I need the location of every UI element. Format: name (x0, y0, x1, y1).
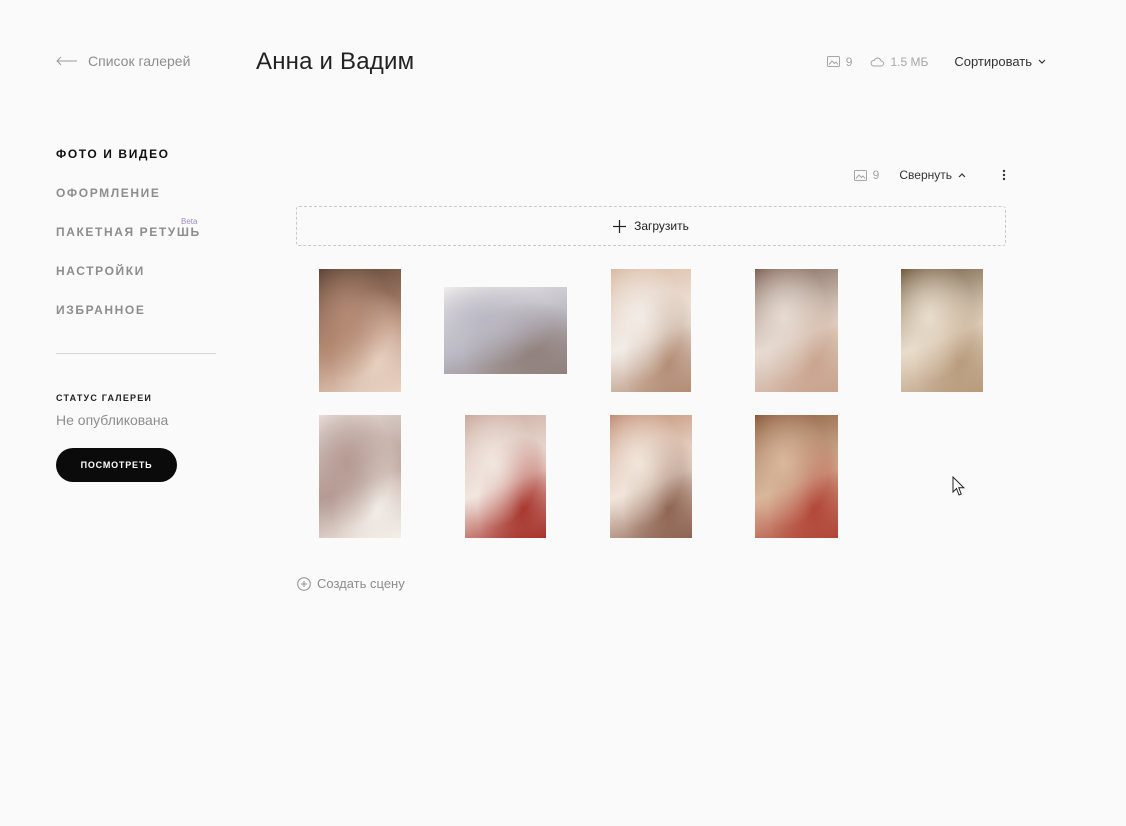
storage-size: 1.5 МБ (870, 55, 928, 69)
sort-label: Сортировать (954, 54, 1032, 69)
sidebar-item-label: ОФОРМЛЕНИЕ (56, 186, 161, 200)
image-icon (826, 56, 840, 67)
photo-shoes-on-table[interactable] (444, 287, 567, 374)
sidebar-item-label: ПАКЕТНАЯ РЕТУШЬ (56, 225, 201, 239)
sidebar-item-favorites[interactable]: ИЗБРАННОЕ (56, 302, 216, 341)
sort-dropdown[interactable]: Сортировать (954, 54, 1046, 69)
scene-photo-count: 9 (872, 168, 880, 182)
photo-mirror-stand[interactable] (755, 415, 838, 538)
collapse-label: Свернуть (899, 168, 952, 182)
collapse-scene-button[interactable]: Свернуть (899, 168, 966, 182)
back-link-label: Список галерей (88, 53, 191, 69)
sidebar-item-label: НАСТРОЙКИ (56, 264, 145, 278)
sidebar-item-batch-retouch[interactable]: ПАКЕТНАЯ РЕТУШЬ Beta (56, 217, 216, 263)
page-title: Анна и Вадим (256, 48, 415, 75)
view-gallery-button[interactable]: ПОСМОТРЕТЬ (56, 448, 177, 482)
photo-red-shoes[interactable] (465, 415, 546, 538)
more-vertical-icon (1002, 169, 1006, 181)
photo-count: 9 (826, 54, 853, 69)
sidebar: ФОТО И ВИДЕО ОФОРМЛЕНИЕ ПАКЕТНАЯ РЕТУШЬ … (56, 146, 216, 482)
image-icon (853, 169, 867, 181)
photo-bride-portrait[interactable] (901, 269, 983, 392)
photo-bride-window[interactable] (319, 415, 401, 538)
upload-label: Загрузить (634, 219, 689, 233)
gallery-status-value: Не опубликована (56, 412, 169, 428)
cloud-icon (871, 57, 885, 66)
create-scene-label: Создать сцену (317, 576, 405, 591)
sidebar-item-label: ФОТО И ВИДЕО (56, 147, 170, 161)
chevron-down-icon (1038, 59, 1046, 64)
sidebar-item-settings[interactable]: НАСТРОЙКИ (56, 263, 216, 302)
photo-dress-back[interactable] (610, 415, 692, 538)
create-scene-button[interactable]: Создать сцену (297, 576, 405, 591)
chevron-up-icon (958, 172, 966, 177)
gallery-meta: 9 1.5 МБ Сортировать (826, 54, 1046, 69)
beta-badge: Beta (181, 217, 198, 226)
scene-more-button[interactable] (1002, 169, 1006, 181)
photo-bride-mirror[interactable] (755, 269, 838, 392)
back-to-galleries-link[interactable]: Список галерей (56, 53, 190, 69)
sidebar-item-label: ИЗБРАННОЕ (56, 303, 146, 317)
arrow-left-icon (56, 56, 77, 66)
photo-count-value: 9 (845, 54, 853, 69)
mouse-cursor-icon (952, 476, 966, 496)
sidebar-divider (56, 353, 216, 354)
scene-toolbar: 9 Свернуть (853, 168, 1006, 182)
photo-wedding-table[interactable] (319, 269, 401, 392)
storage-size-value: 1.5 МБ (890, 54, 929, 69)
upload-dropzone[interactable]: Загрузить (296, 206, 1006, 246)
sidebar-item-photos-videos[interactable]: ФОТО И ВИДЕО (56, 146, 216, 185)
gallery-status-heading: СТАТУС ГАЛЕРЕИ (56, 393, 153, 403)
photo-dress-lacing[interactable] (611, 269, 691, 392)
plus-icon (613, 219, 627, 233)
plus-circle-icon (297, 576, 311, 591)
